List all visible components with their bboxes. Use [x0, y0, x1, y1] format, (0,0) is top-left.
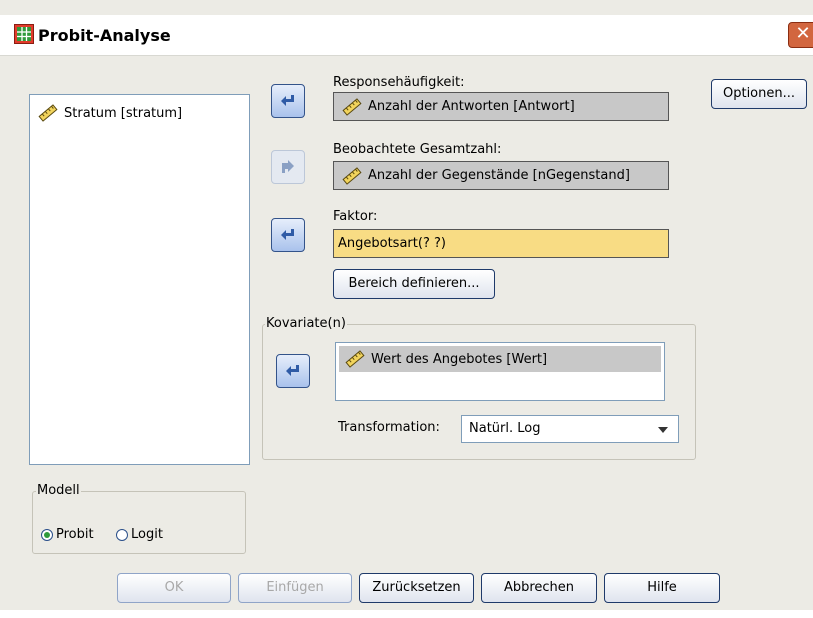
- reset-button[interactable]: Zurücksetzen: [359, 573, 474, 603]
- move-to-factor-button[interactable]: [271, 218, 305, 252]
- observed-total-value: Anzahl der Gegenstände [nGegenstand]: [368, 168, 630, 183]
- arrow-left-icon: [281, 229, 294, 240]
- ruler-icon: [342, 97, 362, 116]
- model-group: [32, 491, 246, 554]
- close-icon: ✕: [795, 23, 811, 44]
- title-bar: Probit-Analyse ✕: [0, 15, 813, 56]
- bottom-edge: [0, 610, 813, 618]
- transformation-select[interactable]: Natürl. Log: [461, 415, 679, 443]
- help-button[interactable]: Hilfe: [604, 573, 720, 603]
- radio-probit-label: Probit: [56, 527, 94, 542]
- list-item[interactable]: Stratum [stratum]: [38, 104, 182, 122]
- response-value: Anzahl der Antworten [Antwort]: [368, 99, 575, 114]
- arrow-left-icon: [286, 365, 299, 376]
- ruler-icon: [38, 104, 58, 122]
- radio-selected-icon: [41, 528, 53, 541]
- options-button[interactable]: Optionen...: [711, 79, 807, 109]
- ruler-icon: [345, 350, 365, 368]
- ruler-icon: [342, 166, 362, 185]
- list-item-label: Wert des Angebotes [Wert]: [371, 351, 548, 367]
- ok-button[interactable]: OK: [117, 573, 231, 603]
- observed-total-label: Beobachtete Gesamtzahl:: [333, 142, 502, 157]
- radio-logit[interactable]: Logit: [116, 527, 163, 542]
- response-field[interactable]: Anzahl der Antworten [Antwort]: [333, 92, 669, 121]
- list-item-label: Stratum [stratum]: [64, 105, 183, 121]
- observed-total-field[interactable]: Anzahl der Gegenstände [nGegenstand]: [333, 161, 669, 190]
- paste-button[interactable]: Einfügen: [238, 573, 352, 603]
- move-to-response-button[interactable]: [271, 84, 305, 118]
- source-variable-list[interactable]: Stratum [stratum]: [29, 94, 250, 465]
- covariates-list[interactable]: Wert des Angebotes [Wert]: [335, 342, 665, 401]
- arrow-left-icon: [281, 95, 294, 106]
- radio-probit[interactable]: Probit: [41, 527, 94, 542]
- probit-analyse-dialog: Probit-Analyse ✕ Stratum [stratum] Respo…: [0, 0, 813, 618]
- transformation-value: Natürl. Log: [469, 421, 541, 436]
- factor-label: Faktor:: [333, 209, 378, 224]
- transformation-label: Transformation:: [338, 420, 440, 435]
- radio-unselected-icon: [116, 528, 128, 541]
- chevron-down-icon: [658, 427, 668, 433]
- model-group-label: Modell: [36, 483, 81, 498]
- radio-logit-label: Logit: [131, 527, 163, 542]
- factor-field[interactable]: Angebotsart(? ?): [333, 229, 669, 258]
- covariates-group-label: Kovariate(n): [265, 316, 347, 331]
- cancel-button[interactable]: Abbrechen: [481, 573, 597, 603]
- factor-value: Angebotsart(? ?): [338, 236, 446, 251]
- window-title: Probit-Analyse: [38, 26, 171, 45]
- response-label: Responsehäufigkeit:: [333, 75, 465, 90]
- arrow-right-icon: [282, 160, 294, 173]
- move-to-covariates-button[interactable]: [276, 354, 310, 388]
- move-to-observed-total-button[interactable]: [271, 150, 305, 184]
- list-item[interactable]: Wert des Angebotes [Wert]: [339, 346, 661, 372]
- close-button[interactable]: ✕: [788, 22, 813, 48]
- table-icon: [14, 24, 34, 44]
- define-range-button[interactable]: Bereich definieren...: [333, 269, 495, 299]
